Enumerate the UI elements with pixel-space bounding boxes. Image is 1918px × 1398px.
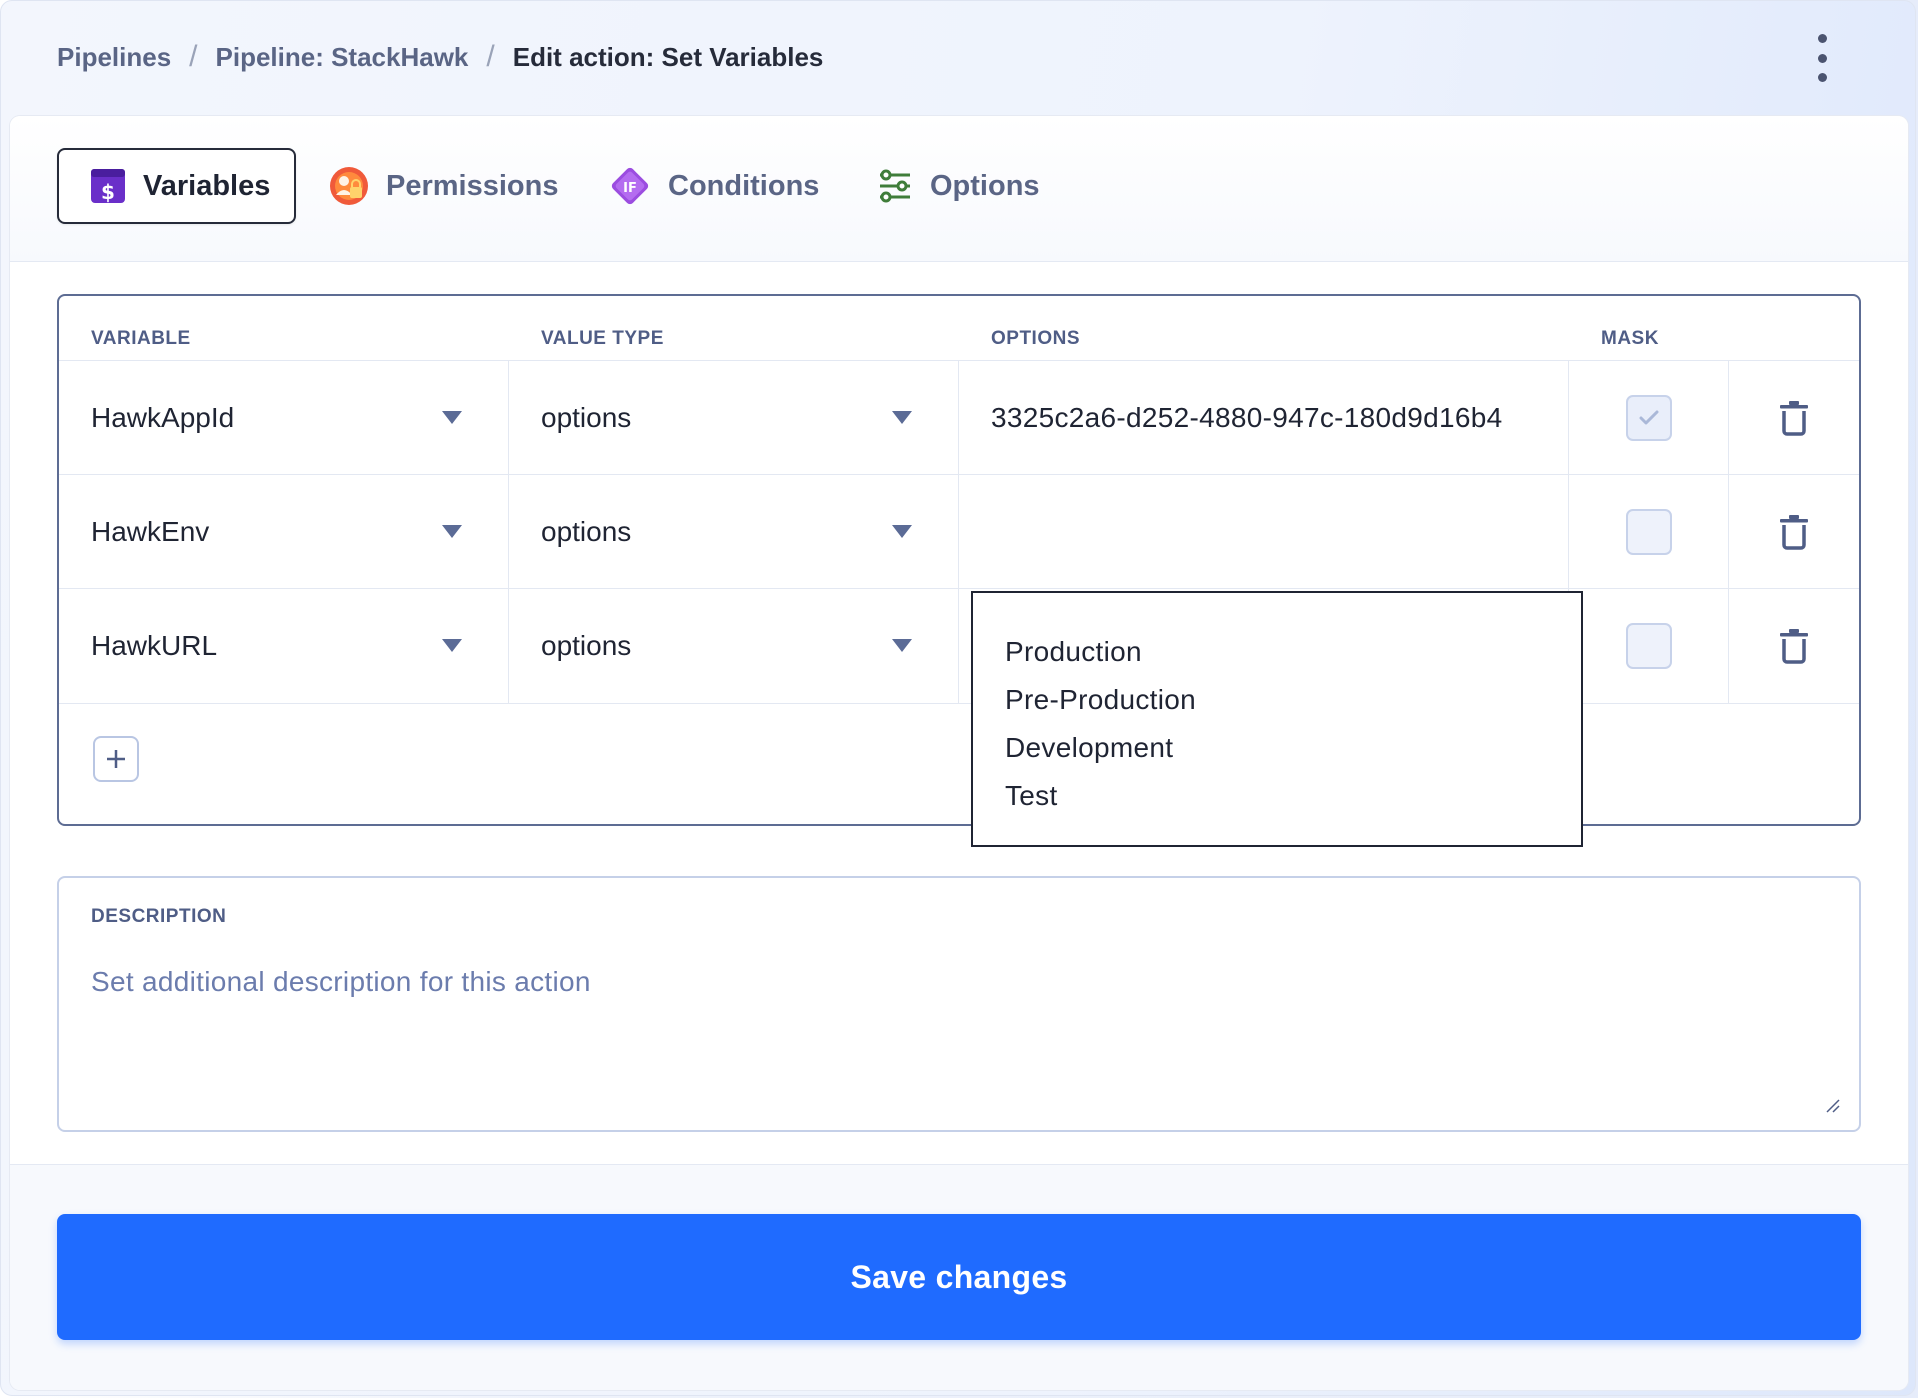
breadcrumb-pipeline[interactable]: Pipeline: StackHawk bbox=[216, 42, 469, 73]
breadcrumb: Pipelines / Pipeline: StackHawk / Edit a… bbox=[57, 40, 823, 74]
col-header-value-type: VALUE TYPE bbox=[541, 328, 664, 349]
option-line: Test bbox=[1005, 780, 1058, 811]
table-row: HawkAppId options 3325c2a6-d252-4880-947… bbox=[59, 360, 1859, 475]
tab-variables[interactable]: $ Variables bbox=[57, 148, 297, 224]
variable-name: HawkAppId bbox=[91, 402, 235, 433]
mask-checkbox[interactable] bbox=[1625, 623, 1672, 669]
option-line: Pre-Production bbox=[1005, 684, 1196, 715]
delete-cell bbox=[1729, 361, 1859, 475]
options-input[interactable]: 3325c2a6-d252-4880-947c-180d9d16b4 bbox=[959, 361, 1569, 475]
table-row: HawkEnv options bbox=[59, 474, 1859, 589]
chevron-down-icon[interactable] bbox=[892, 639, 912, 652]
tab-label: Conditions bbox=[668, 169, 820, 202]
tab-label: Options bbox=[930, 169, 1040, 202]
check-icon bbox=[1639, 410, 1658, 425]
delete-cell bbox=[1729, 589, 1859, 703]
page-header: Pipelines / Pipeline: StackHawk / Edit a… bbox=[0, 0, 1918, 116]
trash-icon[interactable] bbox=[1778, 627, 1810, 665]
chevron-down-icon[interactable] bbox=[442, 525, 462, 538]
chevron-down-icon[interactable] bbox=[892, 525, 912, 538]
tab-label: Variables bbox=[143, 169, 271, 202]
chevron-down-icon[interactable] bbox=[442, 639, 462, 652]
mask-checkbox[interactable] bbox=[1625, 509, 1672, 555]
breadcrumb-current: Edit action: Set Variables bbox=[512, 41, 824, 72]
dollar-box-icon: $ bbox=[89, 167, 127, 205]
description-textarea[interactable]: Set additional description for this acti… bbox=[91, 966, 1811, 1106]
svg-text:$: $ bbox=[101, 180, 115, 204]
chevron-down-icon[interactable] bbox=[892, 411, 912, 424]
value-type-select[interactable]: options bbox=[509, 589, 959, 703]
tab-permissions[interactable]: Permissions bbox=[328, 148, 558, 224]
variables-table: VARIABLE VALUE TYPE OPTIONS MASK HawkApp… bbox=[57, 294, 1861, 826]
value-type: options bbox=[541, 516, 632, 547]
description-card: DESCRIPTION Set additional description f… bbox=[57, 876, 1861, 1132]
options-input[interactable] bbox=[959, 475, 1569, 589]
save-changes-button[interactable]: Save changes bbox=[57, 1214, 1861, 1340]
option-line: Development bbox=[1005, 732, 1174, 763]
value-type: options bbox=[541, 630, 632, 661]
main-panel: $ Variables Permissions IF Conditions Op… bbox=[10, 116, 1908, 1390]
table-row: HawkURL options bbox=[59, 588, 1859, 704]
breadcrumb-separator: / bbox=[189, 40, 198, 73]
trash-icon[interactable] bbox=[1778, 399, 1810, 437]
variable-name: HawkURL bbox=[91, 630, 218, 661]
col-header-options: OPTIONS bbox=[991, 328, 1081, 349]
users-lock-icon bbox=[328, 165, 370, 207]
options-value: 3325c2a6-d252-4880-947c-180d9d16b4 bbox=[991, 402, 1503, 433]
mask-cell bbox=[1569, 589, 1729, 703]
add-variable-button[interactable] bbox=[93, 736, 139, 782]
option-line: Production bbox=[1005, 636, 1142, 667]
breadcrumb-separator: / bbox=[486, 40, 495, 73]
col-header-variable: VARIABLE bbox=[91, 328, 191, 349]
value-type-select[interactable]: options bbox=[509, 475, 959, 589]
options-textarea[interactable]: Production Pre-Production Development Te… bbox=[971, 591, 1583, 847]
variable-name: HawkEnv bbox=[91, 516, 210, 547]
delete-cell bbox=[1729, 475, 1859, 589]
mask-checkbox[interactable] bbox=[1625, 395, 1672, 441]
sliders-icon bbox=[876, 167, 914, 205]
resize-handle-icon[interactable] bbox=[1825, 1098, 1841, 1114]
variable-select[interactable]: HawkAppId bbox=[59, 361, 509, 475]
value-type: options bbox=[541, 402, 632, 433]
tab-conditions[interactable]: IF Conditions bbox=[608, 148, 819, 224]
variable-select[interactable]: HawkURL bbox=[59, 589, 509, 703]
tab-options[interactable]: Options bbox=[876, 148, 1040, 224]
value-type-select[interactable]: options bbox=[509, 361, 959, 475]
description-label: DESCRIPTION bbox=[91, 906, 227, 927]
plus-icon bbox=[107, 750, 125, 768]
tabs-bar: $ Variables Permissions IF Conditions Op… bbox=[10, 116, 1908, 262]
more-menu-icon[interactable] bbox=[1812, 34, 1832, 82]
variable-select[interactable]: HawkEnv bbox=[59, 475, 509, 589]
mask-cell bbox=[1569, 361, 1729, 475]
mask-cell bbox=[1569, 475, 1729, 589]
if-diamond-icon: IF bbox=[608, 164, 652, 208]
breadcrumb-pipelines[interactable]: Pipelines bbox=[57, 42, 171, 73]
chevron-down-icon[interactable] bbox=[442, 411, 462, 424]
col-header-mask: MASK bbox=[1601, 328, 1659, 349]
trash-icon[interactable] bbox=[1778, 513, 1810, 551]
tab-label: Permissions bbox=[386, 169, 559, 202]
svg-text:IF: IF bbox=[623, 181, 637, 196]
